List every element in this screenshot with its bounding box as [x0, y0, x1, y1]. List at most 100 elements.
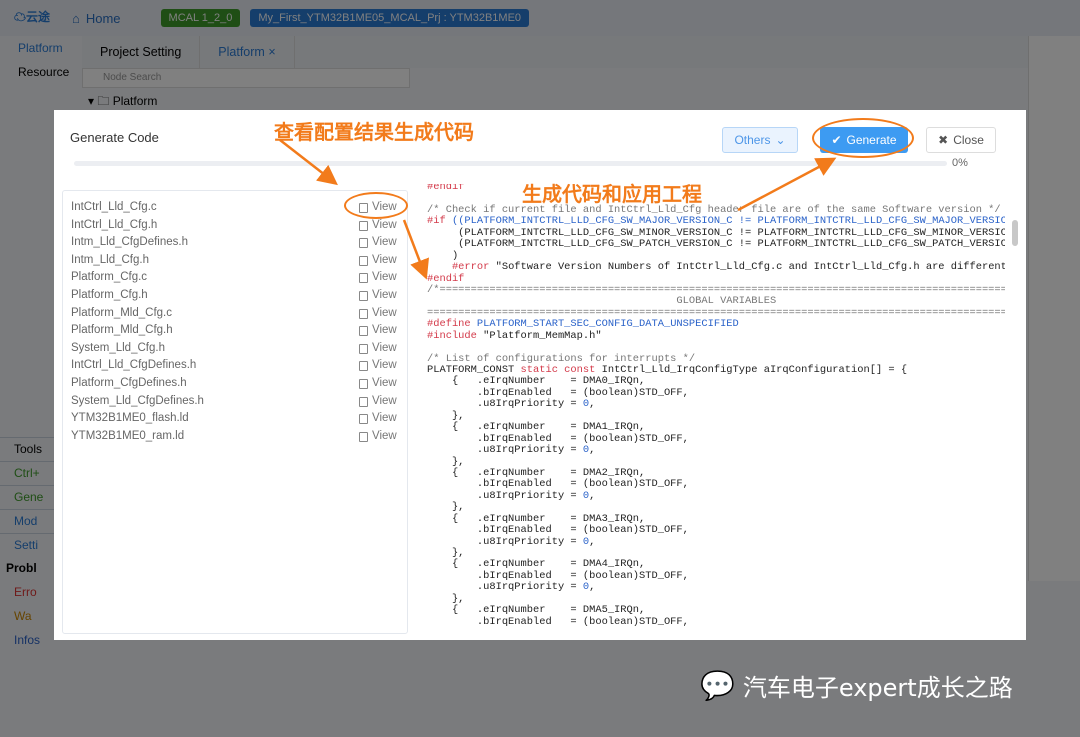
view-label: View: [372, 429, 397, 442]
view-button[interactable]: View: [359, 375, 397, 393]
code-token: PLATFORM_START_SEC_CONFIG_DATA_UNSPECIFI…: [476, 318, 739, 331]
code-token: ,: [589, 581, 596, 594]
code-token: { .eIrqNumber = DMA5_IRQn,: [427, 604, 646, 617]
view-button[interactable]: View: [359, 217, 397, 235]
code-token: .bIrqEnabled = (boolean)STD_OFF,: [427, 615, 689, 628]
file-name: YTM32B1ME0_flash.ld: [71, 412, 189, 425]
view-label: View: [372, 218, 397, 231]
tool-ctrl[interactable]: Ctrl+: [0, 461, 54, 485]
code-token: PLATFORM_CONST: [427, 364, 521, 376]
progress-bar: [74, 161, 947, 166]
file-row: Platform_Mld_Cfg.h View: [63, 322, 407, 340]
file-row: Intm_Lld_CfgDefines.h View: [63, 234, 407, 252]
project-badge[interactable]: My_First_YTM32B1ME05_MCAL_Prj : YTM32B1M…: [250, 9, 530, 27]
code-token: #if: [427, 215, 452, 228]
watermark: 💬 汽车电子expert成长之路: [700, 668, 1013, 703]
file-name: Platform_Cfg.h: [71, 288, 148, 301]
view-label: View: [372, 288, 397, 301]
problems-warnings[interactable]: Wa: [0, 605, 54, 629]
file-name: IntCtrl_Lld_Cfg.h: [71, 218, 158, 231]
code-token: GLOBAL VARIABLES: [427, 295, 777, 308]
file-row: System_Lld_CfgDefines.h View: [63, 393, 407, 411]
code-token: /* List of configurations for interrupts…: [427, 352, 696, 365]
view-button[interactable]: View: [359, 340, 397, 358]
code-scrollbar[interactable]: [1012, 220, 1018, 246]
code-token: static const: [520, 364, 602, 376]
code-line: (PLATFORM_INTCTRL_LLD_CFG_SW_PATCH_VERSI…: [427, 238, 1005, 250]
code-token: .u8IrqPriority =: [427, 489, 583, 502]
nav-platform[interactable]: Platform: [0, 36, 82, 60]
code-token: .u8IrqPriority =: [427, 398, 583, 411]
file-row: YTM32B1ME0_ram.ld View: [63, 428, 407, 446]
node-search-input[interactable]: Node Search: [82, 68, 410, 88]
tab-bar: Project Setting Platform ×: [82, 36, 1040, 68]
document-icon: [359, 326, 368, 337]
file-row: Platform_Cfg.c View: [63, 269, 407, 287]
code-token: ((PLATFORM_INTCTRL_LLD_CFG_SW_MAJOR_VERS…: [451, 215, 1005, 228]
tool-generate[interactable]: Gene: [0, 485, 54, 509]
tree-root-label: Platform: [112, 94, 158, 108]
code-viewer[interactable]: #endif /* Check if current file and IntCt…: [427, 184, 1005, 630]
view-button[interactable]: View: [359, 234, 397, 252]
file-row: Platform_Mld_Cfg.c View: [63, 305, 407, 323]
code-token: .u8IrqPriority =: [427, 444, 583, 457]
code-token: (PLATFORM_INTCTRL_LLD_CFG_SW_MINOR_VERSI…: [427, 226, 1005, 239]
home-label: Home: [85, 10, 121, 26]
code-token: .bIrqEnabled = (boolean)STD_OFF,: [427, 478, 689, 491]
code-token: },: [427, 409, 465, 422]
code-token: IntCtrl_Lld_IrqConfigType aIrqConfigurat…: [601, 364, 908, 376]
problems-errors[interactable]: Erro: [0, 581, 54, 605]
file-name: Intm_Lld_Cfg.h: [71, 253, 149, 266]
home-icon: ⌂: [72, 10, 80, 26]
view-label: View: [372, 324, 397, 337]
code-token: ,: [589, 398, 596, 411]
file-name: Platform_Mld_Cfg.h: [71, 324, 173, 337]
view-button[interactable]: View: [359, 428, 397, 446]
view-button[interactable]: View: [359, 305, 397, 323]
file-name: YTM32B1ME0_ram.ld: [71, 429, 185, 442]
top-bar: ☁云途 ⌂ Home MCAL 1_2_0 My_First_YTM32B1ME0…: [0, 0, 1080, 36]
file-name: System_Lld_Cfg.h: [71, 341, 165, 354]
code-token: ========================================…: [427, 306, 1005, 319]
problems-infos[interactable]: Infos: [0, 629, 54, 653]
close-button[interactable]: ✖ Close: [926, 127, 996, 153]
code-token: .u8IrqPriority =: [427, 535, 583, 548]
document-icon: [359, 378, 368, 389]
file-row: Intm_Lld_Cfg.h View: [63, 252, 407, 270]
document-icon: [359, 273, 368, 284]
view-button[interactable]: View: [359, 357, 397, 375]
file-row: IntCtrl_Lld_Cfg.h View: [63, 217, 407, 235]
nav-resource[interactable]: Resource: [0, 60, 82, 84]
tools-header: Tools: [0, 437, 54, 461]
code-token: { .eIrqNumber = DMA1_IRQn,: [427, 421, 646, 434]
others-dropdown[interactable]: Others ⌄: [722, 127, 798, 153]
code-token: { .eIrqNumber = DMA3_IRQn,: [427, 512, 646, 525]
others-label: Others: [734, 133, 771, 147]
close-tab-icon[interactable]: ×: [268, 45, 275, 59]
mcal-badge[interactable]: MCAL 1_2_0: [160, 9, 241, 27]
tool-settings[interactable]: Setti: [0, 533, 54, 557]
view-button[interactable]: View: [359, 322, 397, 340]
view-button[interactable]: View: [359, 287, 397, 305]
watermark-text: 汽车电子expert成长之路: [742, 674, 1013, 702]
code-line: .u8IrqPriority = 0,: [427, 582, 1005, 593]
code-token: ): [427, 249, 459, 262]
file-name: Platform_CfgDefines.h: [71, 376, 187, 389]
code-token: .bIrqEnabled = (boolean)STD_OFF,: [427, 432, 689, 445]
document-icon: [359, 290, 368, 301]
tool-module[interactable]: Mod: [0, 509, 54, 533]
tab-platform[interactable]: Platform ×: [200, 36, 295, 68]
close-label: Close: [953, 133, 984, 147]
view-button[interactable]: View: [359, 410, 397, 428]
code-line: .u8IrqPriority = 0,: [427, 535, 1005, 548]
tab-project-setting[interactable]: Project Setting: [82, 36, 201, 68]
view-button[interactable]: View: [359, 269, 397, 287]
code-token: ,: [589, 535, 596, 548]
code-line: .u8IrqPriority = 0,: [427, 489, 1005, 502]
view-button[interactable]: View: [359, 393, 397, 411]
view-button[interactable]: View: [359, 252, 397, 270]
home-link[interactable]: ⌂ Home: [72, 11, 121, 26]
code-token: },: [427, 501, 465, 514]
code-token: { .eIrqNumber = DMA0_IRQn,: [427, 375, 646, 388]
left-nav: Platform Resource: [0, 36, 82, 106]
